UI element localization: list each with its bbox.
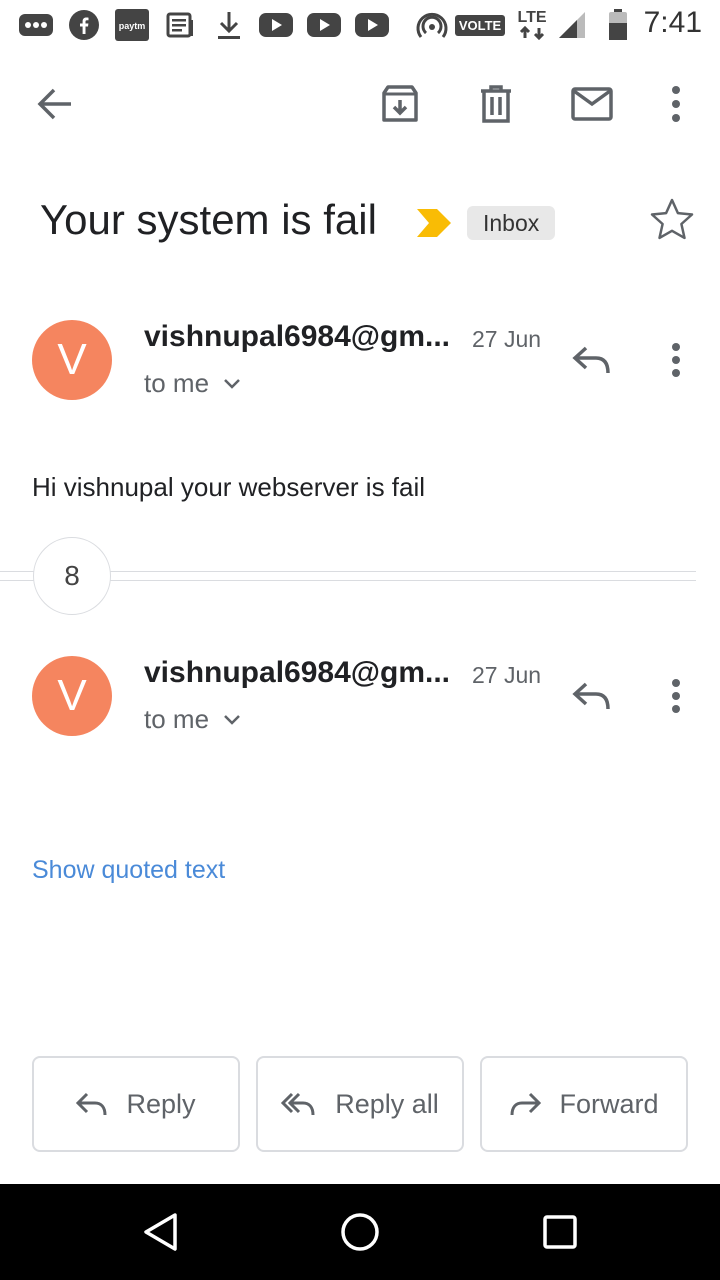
reply-all-icon xyxy=(281,1092,315,1116)
more-options-button[interactable] xyxy=(648,76,704,132)
forward-action-button[interactable]: Forward xyxy=(480,1056,688,1152)
back-triangle-icon xyxy=(144,1213,177,1251)
sender-email: vishnupal6984@gm... xyxy=(144,320,451,353)
reply-all-action-button[interactable]: Reply all xyxy=(256,1056,464,1152)
nav-back-button[interactable] xyxy=(132,1204,188,1260)
status-time: 7:41 xyxy=(643,6,702,39)
delete-icon xyxy=(481,85,511,123)
youtube-icon xyxy=(306,9,342,41)
more-vert-icon xyxy=(672,343,680,377)
reply-button[interactable] xyxy=(564,668,620,724)
delete-button[interactable] xyxy=(468,76,524,132)
nav-recents-button[interactable] xyxy=(532,1204,588,1260)
recipient-details-toggle[interactable]: to me xyxy=(144,368,241,399)
back-arrow-icon xyxy=(37,88,71,120)
hotspot-icon xyxy=(414,9,450,41)
message-more-button[interactable] xyxy=(648,332,704,388)
more-vert-icon xyxy=(672,86,680,122)
message-date: 27 Jun xyxy=(472,662,542,688)
recents-square-icon xyxy=(543,1215,577,1249)
nav-home-button[interactable] xyxy=(332,1204,388,1260)
reply-all-label: Reply all xyxy=(335,1088,439,1119)
reply-icon xyxy=(76,1092,107,1116)
inbox-label-chip[interactable]: Inbox xyxy=(467,206,556,240)
email-subject: Your system is fail xyxy=(40,196,377,243)
forward-label: Forward xyxy=(559,1088,659,1119)
message-more-button[interactable] xyxy=(648,668,704,724)
chevron-down-icon xyxy=(224,714,240,725)
messages-icon xyxy=(18,9,54,41)
recipient-details-toggle[interactable]: to me xyxy=(144,704,241,735)
lte-label: LTE xyxy=(517,9,547,26)
news-icon xyxy=(164,9,196,41)
archive-button[interactable] xyxy=(372,76,428,132)
chevron-down-icon xyxy=(224,378,240,389)
volte-icon: VOLTE xyxy=(454,9,506,41)
more-vert-icon xyxy=(672,679,680,713)
email-thread-screen: paytm VOLTE LTE 7:41 Your system is fail… xyxy=(0,0,720,1280)
facebook-icon xyxy=(68,9,100,41)
back-button[interactable] xyxy=(27,76,83,132)
system-navigation-bar xyxy=(0,1184,720,1280)
home-circle-icon xyxy=(341,1213,379,1251)
reply-icon xyxy=(572,346,610,374)
paytm-icon: paytm xyxy=(114,9,150,41)
download-icon xyxy=(214,9,244,41)
reply-label: Reply xyxy=(126,1088,196,1119)
sender-avatar[interactable]: V xyxy=(32,656,112,736)
reply-button[interactable] xyxy=(564,332,620,388)
show-quoted-text-link[interactable]: Show quoted text xyxy=(32,856,225,885)
message-date: 27 Jun xyxy=(472,326,542,352)
lte-icon: LTE xyxy=(512,9,552,41)
sender-email: vishnupal6984@gm... xyxy=(144,656,451,689)
forward-icon xyxy=(510,1092,542,1116)
archive-icon xyxy=(382,85,418,122)
reply-action-button[interactable]: Reply xyxy=(32,1056,240,1152)
youtube-icon xyxy=(354,9,390,41)
collapsed-messages-count[interactable]: 8 xyxy=(33,537,111,615)
volte-label: VOLTE xyxy=(454,14,506,36)
mark-unread-icon xyxy=(571,87,613,121)
status-bar: paytm VOLTE LTE 7:41 xyxy=(0,0,720,50)
importance-marker-icon[interactable] xyxy=(416,208,452,243)
battery-icon xyxy=(606,9,630,41)
recipient-label: to me xyxy=(144,704,210,734)
star-icon xyxy=(650,198,694,240)
paytm-label: paytm xyxy=(119,21,146,31)
message-body: Hi vishnupal your webserver is fail xyxy=(32,472,426,502)
recipient-label: to me xyxy=(144,368,210,398)
reply-icon xyxy=(572,682,610,710)
sender-avatar[interactable]: V xyxy=(32,320,112,400)
signal-icon xyxy=(556,9,588,41)
star-button[interactable] xyxy=(650,198,694,245)
youtube-icon xyxy=(258,9,294,41)
mark-unread-button[interactable] xyxy=(564,76,620,132)
